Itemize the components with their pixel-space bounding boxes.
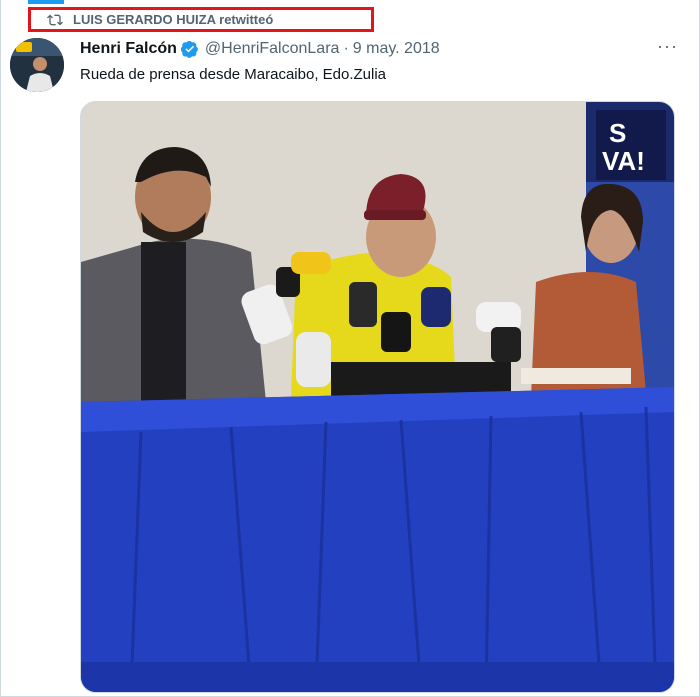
- press-conference-image: S VA!: [81, 102, 674, 692]
- author-name[interactable]: Henri Falcón: [80, 40, 177, 58]
- top-accent-bar: [28, 0, 64, 4]
- retweet-icon: [47, 14, 63, 25]
- tweet-date[interactable]: 9 may. 2018: [353, 40, 440, 58]
- banner-text-top: S: [609, 118, 626, 148]
- tweet-text: Rueda de prensa desde Maracaibo, Edo.Zul…: [80, 66, 387, 83]
- separator-dot: ·: [343, 40, 349, 57]
- author-handle[interactable]: @HenriFalconLara: [205, 40, 340, 58]
- tweet-header: Henri Falcón @HenriFalconLara · 9 may. 2…: [80, 40, 440, 58]
- banner-text-bottom: VA!: [602, 146, 645, 176]
- papers: [521, 368, 631, 384]
- table-cloth: [81, 387, 674, 692]
- retweet-context[interactable]: LUIS GERARDO HUIZA retwitteó: [28, 7, 374, 32]
- avatar[interactable]: [10, 38, 64, 92]
- retweet-label: LUIS GERARDO HUIZA retwitteó: [73, 12, 274, 27]
- verified-badge-icon: [180, 40, 198, 58]
- more-options-icon[interactable]: ···: [657, 36, 678, 57]
- avatar-image: [10, 38, 64, 92]
- tweet-media[interactable]: S VA!: [80, 101, 675, 693]
